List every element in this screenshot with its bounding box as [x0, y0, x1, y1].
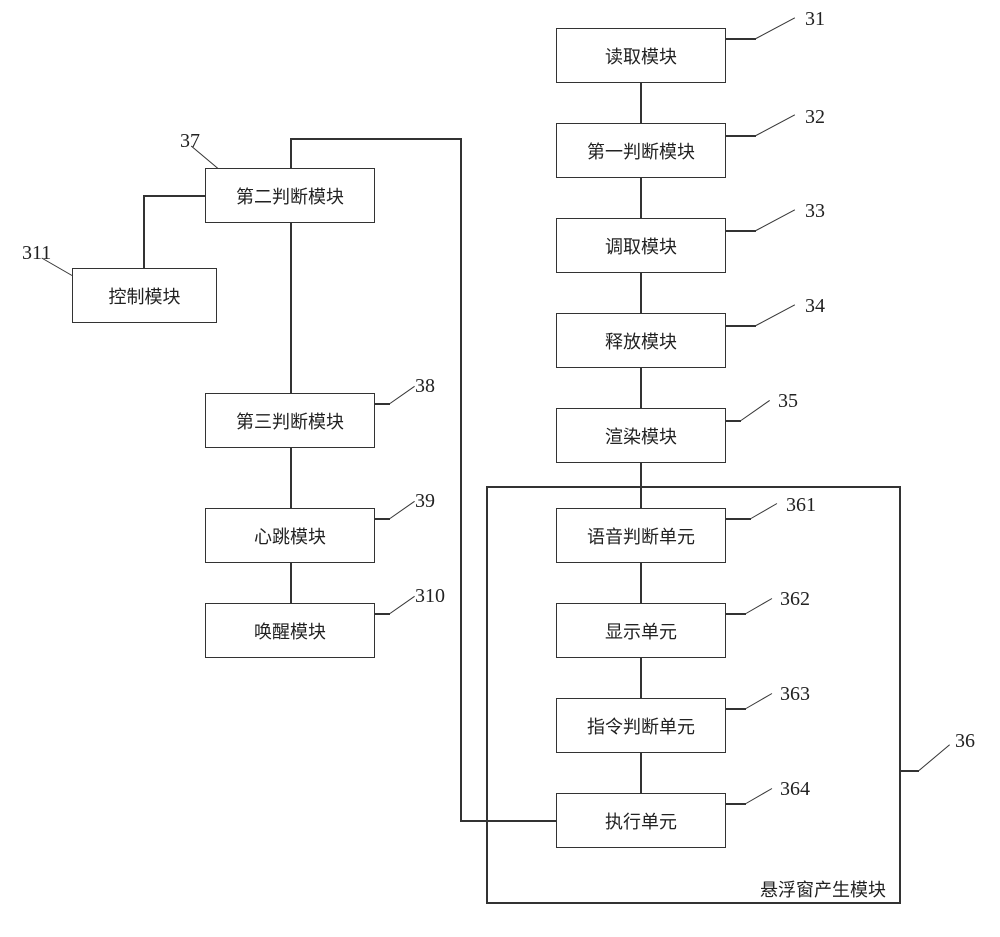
- label-363: 指令判断单元: [587, 713, 695, 739]
- label-33: 调取模块: [605, 233, 677, 259]
- label-39: 心跳模块: [254, 523, 326, 549]
- label-34: 释放模块: [605, 328, 677, 354]
- label-364: 执行单元: [605, 808, 677, 834]
- num-33: 33: [805, 200, 825, 223]
- num-311: 311: [22, 242, 51, 265]
- box-38: 第三判断模块: [205, 393, 375, 448]
- num-363: 363: [780, 683, 810, 706]
- num-35: 35: [778, 390, 798, 413]
- num-310: 310: [415, 585, 445, 608]
- num-31: 31: [805, 8, 825, 31]
- label-35: 渲染模块: [605, 423, 677, 449]
- num-34: 34: [805, 295, 825, 318]
- label-32: 第一判断模块: [587, 138, 695, 164]
- num-32: 32: [805, 106, 825, 129]
- box-310: 唤醒模块: [205, 603, 375, 658]
- num-39: 39: [415, 490, 435, 513]
- box-311: 控制模块: [72, 268, 217, 323]
- box-33: 调取模块: [556, 218, 726, 273]
- label-36: 悬浮窗产生模块: [760, 876, 886, 902]
- label-37: 第二判断模块: [236, 183, 344, 209]
- label-361: 语音判断单元: [587, 523, 695, 549]
- box-364: 执行单元: [556, 793, 726, 848]
- diagram-canvas: 读取模块 31 第一判断模块 32 调取模块 33 释放模块 34 渲染模块 3…: [0, 0, 1000, 937]
- label-38: 第三判断模块: [236, 408, 344, 434]
- box-31: 读取模块: [556, 28, 726, 83]
- box-32: 第一判断模块: [556, 123, 726, 178]
- label-310: 唤醒模块: [254, 618, 326, 644]
- label-362: 显示单元: [605, 618, 677, 644]
- num-361: 361: [786, 494, 816, 517]
- num-37: 37: [180, 130, 200, 153]
- box-39: 心跳模块: [205, 508, 375, 563]
- box-363: 指令判断单元: [556, 698, 726, 753]
- box-35: 渲染模块: [556, 408, 726, 463]
- num-364: 364: [780, 778, 810, 801]
- label-31: 读取模块: [605, 43, 677, 69]
- box-362: 显示单元: [556, 603, 726, 658]
- box-37: 第二判断模块: [205, 168, 375, 223]
- num-362: 362: [780, 588, 810, 611]
- box-361: 语音判断单元: [556, 508, 726, 563]
- num-36: 36: [955, 730, 975, 753]
- label-311: 控制模块: [109, 283, 181, 309]
- num-38: 38: [415, 375, 435, 398]
- box-34: 释放模块: [556, 313, 726, 368]
